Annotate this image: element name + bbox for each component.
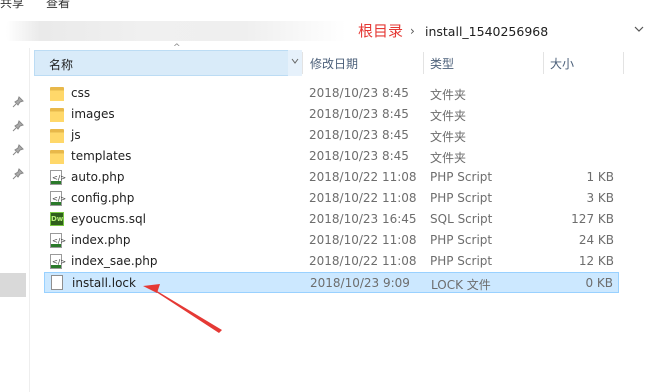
file-date: 2018/10/23 8:45 [309,149,409,163]
folder-icon [50,129,64,143]
pane-divider [29,48,30,392]
breadcrumb-current-folder[interactable]: install_1540256968 [425,23,548,41]
php-file-icon: </> [50,254,66,269]
pin-icon[interactable] [12,120,24,132]
folder-icon [50,150,64,164]
file-date: 2018/10/22 11:08 [309,191,417,205]
file-date: 2018/10/23 8:45 [309,128,409,142]
column-divider[interactable] [623,52,624,74]
column-divider[interactable] [302,52,303,74]
pin-icon[interactable] [12,96,24,108]
file-row[interactable]: css 2018/10/23 8:45 文件夹 [44,83,619,104]
lock-file-icon [51,275,63,290]
blurred-path [6,21,346,41]
address-bar[interactable]: 根目录 › install_1540256968 [0,18,653,44]
file-name: eyoucms.sql [71,212,146,226]
file-date: 2018/10/22 11:08 [309,233,417,247]
file-row-selected[interactable]: install.lock 2018/10/23 9:09 LOCK 文件 0 K… [44,272,619,293]
navigation-pane[interactable] [0,48,30,392]
breadcrumb-separator-icon[interactable]: › [410,22,415,40]
column-header-size[interactable]: 大小 [550,55,574,72]
file-type: 文件夹 [430,130,467,144]
file-row[interactable]: js 2018/10/23 8:45 文件夹 [44,125,619,146]
file-size: 0 KB [585,276,613,290]
file-type: PHP Script [430,170,493,184]
sort-ascending-icon: ^ [173,43,181,53]
file-date: 2018/10/23 8:45 [309,86,409,100]
file-type: PHP Script [430,254,493,268]
file-size: 1 KB [586,170,614,184]
menu-bar: 共享 查看 [0,0,653,10]
file-date: 2018/10/23 16:45 [309,212,417,226]
file-type: PHP Script [430,233,493,247]
folder-icon [50,108,64,122]
file-type: 文件夹 [430,88,467,102]
file-row[interactable]: </> index.php 2018/10/22 11:08 PHP Scrip… [44,230,619,251]
chevron-down-icon[interactable] [630,22,648,40]
php-file-icon: </> [50,170,66,185]
pin-icon[interactable] [12,144,24,156]
menu-item-view[interactable]: 查看 [46,0,70,10]
file-name: config.php [71,191,135,205]
file-name: index.php [71,233,131,247]
pin-icon[interactable] [12,168,24,180]
root-annotation: 根目录 [358,22,404,40]
dreamweaver-file-icon: Dw [50,212,64,226]
file-date: 2018/10/22 11:08 [309,170,417,184]
file-row[interactable]: images 2018/10/23 8:45 文件夹 [44,104,619,125]
folder-icon [50,87,64,101]
file-name: auto.php [71,170,125,184]
column-header-name-label: 名称 [49,58,74,72]
column-header-name[interactable]: 名称 [34,50,302,76]
nav-selected-item[interactable] [0,273,26,297]
menu-item-share[interactable]: 共享 [0,0,24,10]
column-filter-chevron-icon[interactable] [288,50,302,76]
php-file-icon: </> [50,233,66,248]
file-type: PHP Script [430,191,493,205]
php-file-icon: </> [50,191,66,206]
file-date: 2018/10/23 9:09 [310,276,410,290]
file-size: 12 KB [578,254,614,268]
file-row[interactable]: </> auto.php 2018/10/22 11:08 PHP Script… [44,167,619,188]
column-header-date[interactable]: 修改日期 [310,55,358,72]
column-headers: 名称 ^ 修改日期 类型 大小 [30,43,653,78]
file-name: templates [71,149,132,163]
file-type: LOCK 文件 [431,278,491,292]
file-date: 2018/10/22 11:08 [309,254,417,268]
file-row[interactable]: templates 2018/10/23 8:45 文件夹 [44,146,619,167]
column-divider[interactable] [543,52,544,74]
file-name: js [71,128,81,142]
file-row[interactable]: </> config.php 2018/10/22 11:08 PHP Scri… [44,188,619,209]
file-row[interactable]: </> index_sae.php 2018/10/22 11:08 PHP S… [44,251,619,272]
file-name: index_sae.php [71,254,158,268]
file-row[interactable]: Dw eyoucms.sql 2018/10/23 16:45 SQL Scri… [44,209,619,230]
file-name: images [71,107,115,121]
column-divider[interactable] [423,52,424,74]
file-type: 文件夹 [430,109,467,123]
file-size: 24 KB [578,233,614,247]
file-name: css [71,86,91,100]
file-name: install.lock [72,276,136,290]
file-size: 127 KB [571,212,614,226]
file-type: SQL Script [430,212,493,226]
file-date: 2018/10/23 8:45 [309,107,409,121]
file-type: 文件夹 [430,151,467,165]
file-size: 3 KB [586,191,614,205]
column-header-type[interactable]: 类型 [430,55,454,72]
